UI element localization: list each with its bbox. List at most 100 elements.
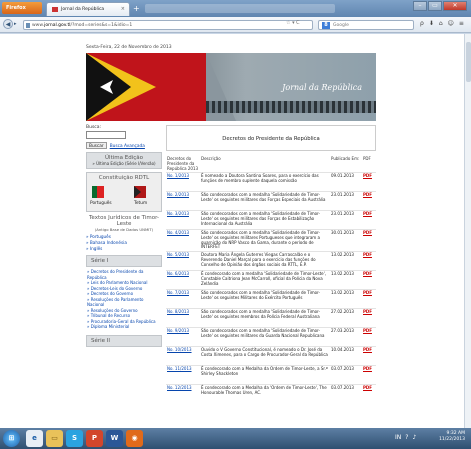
list-item[interactable]: » Diploma Ministerial: [87, 324, 161, 330]
flag-label-portuguese[interactable]: Português: [90, 201, 112, 206]
language-indicator[interactable]: IN: [395, 434, 401, 441]
decree-description: São condecorados com a medalha 'Solidari…: [200, 228, 330, 252]
language-link-english[interactable]: » Inglês: [86, 246, 162, 252]
maximize-button[interactable]: ▭: [428, 1, 442, 11]
decree-number-link[interactable]: No. 1/2013: [166, 172, 200, 192]
menu-icon[interactable]: ≡: [459, 20, 464, 27]
list-item[interactable]: » Resoluções do Parlamento Nacional: [87, 297, 161, 308]
minimize-button[interactable]: –: [413, 1, 427, 11]
decree-number-link[interactable]: No. 2/2013: [166, 191, 200, 211]
list-item[interactable]: » Decretos do Presidente da República: [87, 269, 161, 280]
navigation-bar: ◀ ▸ www.jornal.gov.tl/?mod=series&s=1&id…: [0, 17, 471, 33]
decree-number-link[interactable]: No. 5/2013: [166, 251, 200, 271]
search-icon[interactable]: ρ: [420, 20, 424, 27]
decree-number-link[interactable]: No. 12/2013: [166, 384, 200, 404]
table-row: No. 7/2013 São condecorados com a medalha…: [166, 289, 376, 309]
serie-i-header[interactable]: Série I: [86, 255, 162, 267]
word-icon[interactable]: W: [106, 430, 123, 447]
back-arrow-icon[interactable]: ◀: [3, 19, 13, 29]
timor-flag-icon[interactable]: [134, 186, 146, 198]
pdf-link[interactable]: PDF: [362, 327, 376, 347]
last-edition-box: Última Edição » Última Edição (Série I/V…: [86, 152, 162, 169]
vertical-scrollbar[interactable]: [464, 34, 471, 428]
search-button[interactable]: Buscar: [86, 142, 107, 149]
decree-number-link[interactable]: No. 10/2013: [166, 346, 200, 366]
serie-ii-header[interactable]: Série II: [86, 334, 162, 347]
powerpoint-icon[interactable]: P: [86, 430, 103, 447]
internet-explorer-icon[interactable]: e: [26, 430, 43, 447]
legal-texts-subtitle: (Antigo Base de Dados UNMIT): [94, 227, 154, 232]
decree-description: São condecorados com a medalha 'Solidari…: [200, 210, 330, 230]
advanced-search-link[interactable]: Busca Avançada: [110, 142, 145, 149]
url-prefix: www.: [32, 23, 45, 28]
pdf-link[interactable]: PDF: [362, 289, 376, 309]
decree-number-link[interactable]: No. 6/2013: [166, 270, 200, 290]
published-date: 13.02.2013: [330, 270, 362, 290]
pdf-link[interactable]: PDF: [362, 365, 376, 385]
pdf-link[interactable]: PDF: [362, 308, 376, 328]
clock[interactable]: 9:32 AM 11/22/2013: [439, 431, 465, 443]
serie-i-list: » Decretos do Presidente da República » …: [86, 267, 162, 332]
address-bar[interactable]: www.jornal.gov.tl/?mod=series&s=1&idio=1: [23, 20, 313, 30]
url-domain: jornal.gov.tl: [44, 23, 71, 28]
published-date: 09.01.2013: [330, 172, 362, 192]
published-date: 27.02.2013: [330, 308, 362, 328]
pdf-link[interactable]: PDF: [362, 346, 376, 366]
last-edition-link[interactable]: » Última Edição (Série I/Versão): [89, 161, 159, 166]
new-tab-button[interactable]: +: [133, 4, 141, 14]
legal-texts-box: Textos Jurídicos de Timor-Leste (Antigo …: [86, 215, 162, 232]
decree-number-link[interactable]: No. 9/2013: [166, 327, 200, 347]
flag-label-tetum[interactable]: Tetum: [134, 201, 147, 206]
pdf-link[interactable]: PDF: [362, 191, 376, 211]
table-row: No. 1/2013 É nomeado a Doutora Santina So…: [166, 172, 376, 192]
main-header: Decretos do Presidente da República: [166, 125, 376, 151]
banner-title: Jornal da República: [282, 83, 362, 92]
tab-jornal-republica[interactable]: Jornal da República ×: [46, 2, 130, 16]
scrollbar-thumb[interactable]: [466, 42, 471, 82]
web-page: Sexta-Feira, 22 de Novembro de 2013 Jorn…: [0, 34, 464, 428]
table-row: No. 3/2013 São condecorados com a medalha…: [166, 210, 376, 230]
portugal-flag-icon[interactable]: [92, 186, 104, 198]
url-buttons[interactable]: ☆ ▾ C: [286, 20, 300, 26]
building-columns-graphic: [206, 101, 376, 113]
pdf-link[interactable]: PDF: [362, 251, 376, 271]
tab-close-icon[interactable]: ×: [121, 6, 125, 12]
pdf-link[interactable]: PDF: [362, 384, 376, 404]
firefox-menu-button[interactable]: Firefox: [2, 2, 42, 14]
search-engine-icon[interactable]: 8: [322, 22, 330, 29]
decree-number-link[interactable]: No. 11/2013: [166, 365, 200, 385]
table-row: No. 4/2013 São condecorados com a medalha…: [166, 228, 376, 252]
download-icon[interactable]: ⬇: [429, 20, 434, 27]
language-links: » Português » Bahasa Indonésia » Inglês: [86, 234, 162, 252]
pdf-link[interactable]: PDF: [362, 210, 376, 230]
decree-description: É nomeado a Doutora Santina Soares, para…: [200, 172, 330, 192]
smiley-icon[interactable]: ☺: [448, 20, 454, 27]
background-tab[interactable]: [145, 4, 335, 13]
forward-arrow-icon[interactable]: ▸: [14, 21, 17, 27]
pdf-link[interactable]: PDF: [362, 270, 376, 290]
decree-number-link[interactable]: No. 3/2013: [166, 210, 200, 230]
file-explorer-icon[interactable]: ▭: [46, 430, 63, 447]
decree-description: São condecorados com a medalha 'Solidari…: [200, 191, 330, 211]
volume-icon[interactable]: ♪: [412, 434, 416, 441]
search-input[interactable]: 8 Google: [318, 20, 414, 30]
close-window-button[interactable]: ✕: [443, 1, 467, 11]
decree-description: São condecorados com a medalha 'Solidari…: [200, 289, 330, 309]
pdf-link[interactable]: PDF: [362, 228, 376, 252]
left-sidebar: Busca: Buscar Busca Avançada Última Ediç…: [86, 125, 162, 425]
window-controls: – ▭ ✕: [413, 1, 467, 12]
home-icon[interactable]: ⌂: [439, 20, 443, 27]
skype-icon[interactable]: S: [66, 430, 83, 447]
site-identity-icon[interactable]: [26, 23, 30, 28]
site-search-input[interactable]: [86, 131, 126, 139]
help-icon[interactable]: ?: [405, 434, 408, 441]
tab-favicon-icon: [52, 7, 58, 12]
firefox-icon[interactable]: ◉: [126, 430, 143, 447]
decree-number-link[interactable]: No. 7/2013: [166, 289, 200, 309]
pdf-link[interactable]: PDF: [362, 172, 376, 192]
decree-description: É condecorado com a Medalha da 'Ordem de…: [200, 384, 330, 404]
decree-number-link[interactable]: No. 4/2013: [166, 228, 200, 252]
start-button[interactable]: ⊞: [3, 430, 20, 447]
decree-number-link[interactable]: No. 8/2013: [166, 308, 200, 328]
table-row: No. 9/2013 São condecorados com a medalha…: [166, 327, 376, 347]
